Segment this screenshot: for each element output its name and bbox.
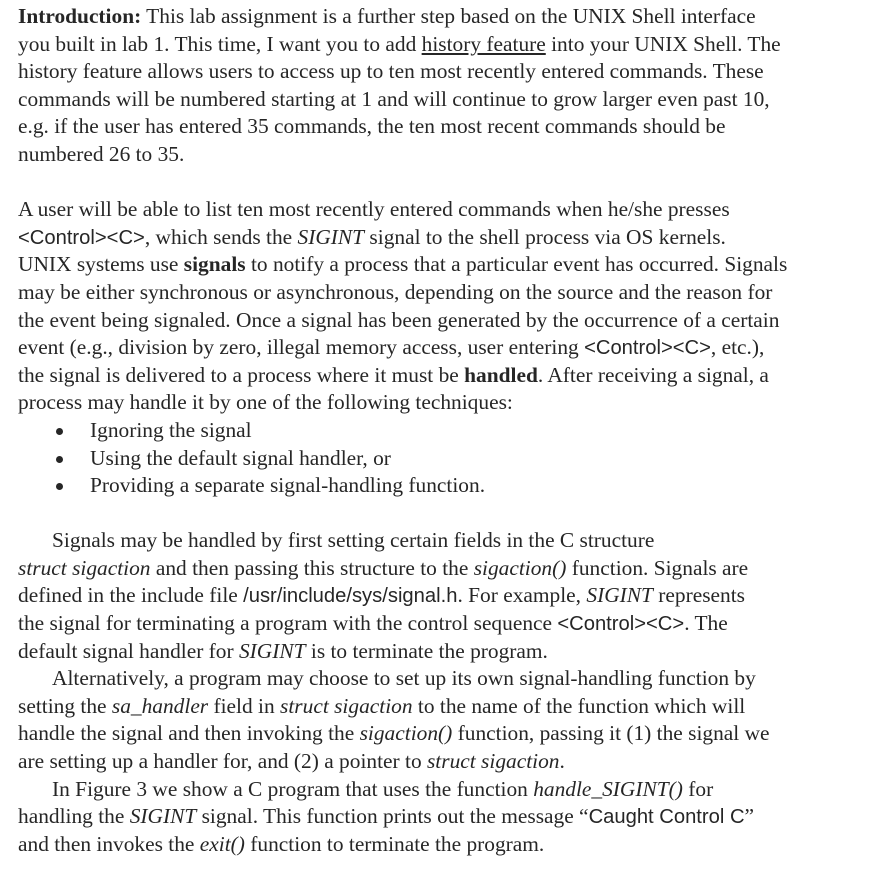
intro-paragraph: Introduction: This lab assignment is a f…	[18, 3, 888, 169]
signal-name: SIGINT	[297, 224, 365, 249]
text-line: numbered 26 to 35.	[18, 141, 185, 166]
bullet-icon	[56, 483, 63, 491]
signals-paragraph: A user will be able to list ten most rec…	[18, 196, 888, 417]
signal-name: SIGINT	[129, 804, 197, 829]
text-line: handle the signal and then invoking the …	[18, 721, 770, 746]
key-sequence: <Control><C>	[584, 337, 711, 360]
signal-name: SIGINT	[586, 583, 653, 608]
term-handled: handled	[464, 362, 538, 387]
history-feature-link[interactable]: history feature	[422, 32, 546, 56]
term-signals: signals	[183, 252, 246, 277]
text-line: e.g. if the user has entered 35 commands…	[18, 114, 726, 139]
bullet-icon	[56, 455, 63, 463]
text-line: the signal is delivered to a process whe…	[18, 362, 769, 387]
text-line: Alternatively, a program may choose to s…	[52, 666, 756, 691]
list-item: Providing a separate signal-handling fun…	[18, 472, 888, 500]
intro-label: Introduction:	[18, 4, 142, 28]
text-line: struct sigaction and then passing this s…	[18, 555, 749, 580]
code-term: struct sigaction	[280, 693, 413, 718]
bullet-icon	[56, 427, 63, 435]
text-line: handling the SIGINT signal. This functio…	[18, 804, 755, 829]
text-line: are setting up a handler for, and (2) a …	[18, 749, 565, 774]
text-line: the event being signaled. Once a signal …	[18, 307, 780, 332]
text-line: In Figure 3 we show a C program that use…	[52, 776, 714, 801]
code-term: struct sigaction	[18, 555, 151, 580]
text-line: the signal for terminating a program wit…	[18, 611, 728, 636]
text-line: Signals may be handled by first setting …	[52, 528, 655, 553]
code-term: sigaction()	[359, 721, 453, 746]
text-line: history feature allows users to access u…	[18, 59, 764, 84]
document-body: Introduction: This lab assignment is a f…	[18, 3, 888, 858]
message-text: Caught Control C	[588, 806, 745, 829]
techniques-list: Ignoring the signal Using the default si…	[18, 417, 888, 500]
sigaction-paragraph: Signals may be handled by first setting …	[18, 527, 888, 665]
figure-paragraph: In Figure 3 we show a C program that use…	[18, 776, 888, 859]
text-line: defined in the include file /usr/include…	[18, 583, 745, 608]
list-item: Ignoring the signal	[18, 417, 888, 445]
code-term: struct sigaction	[426, 749, 560, 774]
code-term: sa_handler	[111, 693, 209, 718]
file-path: /usr/include/sys/signal.h	[243, 585, 458, 608]
alternative-paragraph: Alternatively, a program may choose to s…	[18, 665, 888, 775]
text-line: commands will be numbered starting at 1 …	[18, 86, 770, 111]
text-line: setting the sa_handler field in struct s…	[18, 693, 746, 718]
text-line: process may handle it by one of the foll…	[18, 390, 513, 415]
text-line: <Control><C>, which sends the SIGINT sig…	[18, 224, 726, 249]
code-term: exit()	[199, 831, 245, 856]
text-line: Introduction: This lab assignment is a f…	[18, 4, 756, 28]
key-sequence: <Control><C>	[557, 613, 685, 636]
code-term: sigaction()	[473, 555, 567, 580]
text-line: and then invokes the exit() function to …	[18, 831, 545, 856]
text-line: UNIX systems use signals to notify a pro…	[18, 252, 788, 277]
text-line: event (e.g., division by zero, illegal m…	[18, 335, 765, 360]
text-line: A user will be able to list ten most rec…	[18, 197, 730, 222]
signal-name: SIGINT	[238, 638, 306, 663]
text-line: may be either synchronous or asynchronou…	[18, 279, 773, 304]
code-term: handle_SIGINT()	[533, 776, 683, 801]
text-line: you built in lab 1. This time, I want yo…	[18, 31, 781, 56]
text-line: default signal handler for SIGINT is to …	[18, 638, 548, 663]
list-item: Using the default signal handler, or	[18, 445, 888, 473]
key-sequence: <Control><C>	[18, 226, 145, 249]
